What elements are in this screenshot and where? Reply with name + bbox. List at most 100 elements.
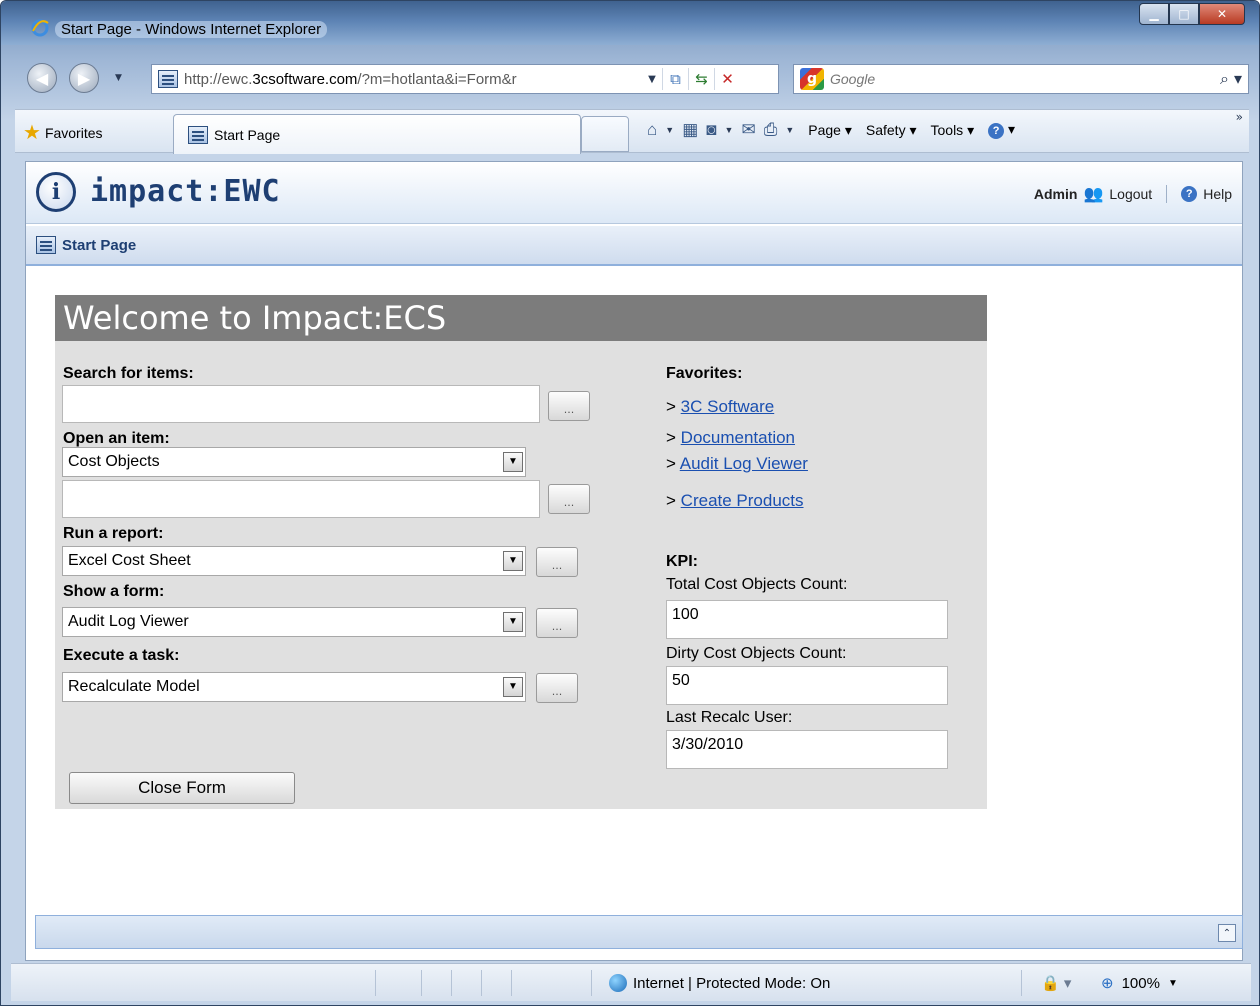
title-bar: Start Page - Windows Internet Explorer ▁… bbox=[1, 1, 1259, 45]
logout-link[interactable]: Logout bbox=[1109, 186, 1152, 202]
form-title: Welcome to Impact:ECS bbox=[55, 295, 987, 341]
compatibility-view-icon[interactable]: ⧉ bbox=[662, 68, 688, 90]
close-form-button[interactable]: Close Form bbox=[69, 772, 295, 804]
status-bar: Internet | Protected Mode: On 🔒 ▾ ⊕ 100%… bbox=[11, 963, 1251, 1001]
back-arrow-icon: ◀ bbox=[35, 68, 49, 88]
form-ellipsis-button[interactable]: ... bbox=[536, 608, 578, 638]
protected-mode-icon[interactable]: 🔒 ▾ bbox=[1041, 974, 1071, 992]
kpi-value: 100 bbox=[666, 600, 948, 639]
tab-start-page[interactable]: Start Page bbox=[173, 114, 581, 154]
kpi-heading: KPI: bbox=[666, 553, 698, 570]
report-select[interactable]: Excel Cost Sheet ▼ bbox=[62, 546, 526, 576]
search-box[interactable]: g Google ⌕ ▾ bbox=[793, 64, 1249, 94]
open-item-select[interactable]: Cost Objects ▼ bbox=[62, 447, 526, 477]
chevron-down-icon[interactable]: ▼ bbox=[503, 452, 523, 472]
chevron-down-icon[interactable]: ▼ bbox=[503, 612, 523, 632]
home-dropdown[interactable]: ▼ bbox=[665, 125, 674, 135]
feeds-dropdown[interactable]: ▼ bbox=[725, 125, 734, 135]
kpi-label: Last Recalc User: bbox=[666, 709, 793, 726]
zoom-icon: ⊕ bbox=[1101, 975, 1114, 992]
favorite-link[interactable]: 3C Software bbox=[681, 397, 775, 416]
maximize-icon: □ bbox=[1178, 7, 1190, 21]
chevron-overflow-icon[interactable]: » bbox=[1236, 110, 1243, 124]
print-dropdown[interactable]: ▼ bbox=[785, 125, 794, 135]
browser-window: Start Page - Windows Internet Explorer ▁… bbox=[0, 0, 1260, 1006]
kpi-label: Total Cost Objects Count: bbox=[666, 576, 848, 593]
header-divider bbox=[1166, 185, 1168, 203]
search-icon[interactable]: ⌕ ▾ bbox=[1214, 69, 1248, 89]
report-ellipsis-button[interactable]: ... bbox=[536, 547, 578, 577]
new-tab-button[interactable] bbox=[581, 116, 629, 152]
open-item-ellipsis-button[interactable]: ... bbox=[548, 484, 590, 514]
command-bar: ★ Favorites Start Page ⌂ ▼ ▦ ◙ ▼ ✉ ⎙ ▼ Page… bbox=[15, 109, 1249, 154]
task-select[interactable]: Recalculate Model ▼ bbox=[62, 672, 526, 702]
security-zone[interactable]: Internet | Protected Mode: On bbox=[609, 974, 830, 992]
help-icon: ? bbox=[1181, 186, 1198, 202]
star-icon: ★ bbox=[23, 122, 41, 144]
footer-panel: ⌃ bbox=[35, 915, 1243, 949]
maximize-button[interactable]: □ bbox=[1169, 3, 1199, 25]
collapse-up-icon[interactable]: ⌃ bbox=[1218, 924, 1236, 942]
favorites-heading: Favorites: bbox=[666, 365, 743, 382]
close-icon: ✕ bbox=[1216, 7, 1228, 21]
favorite-link[interactable]: Documentation bbox=[681, 428, 795, 447]
current-user: Admin bbox=[1033, 186, 1078, 202]
open-item-field[interactable] bbox=[62, 480, 540, 518]
page-menu[interactable]: Page ▾ bbox=[808, 122, 852, 139]
refresh-icon[interactable]: ⇆ bbox=[688, 68, 714, 90]
ie-logo-icon bbox=[31, 19, 49, 37]
navigation-bar: ◀ ▶ ▼ http://ewc.3csoftware.com/?m=hotla… bbox=[15, 59, 1249, 99]
globe-icon bbox=[609, 974, 627, 992]
info-logo-icon: i bbox=[36, 172, 76, 212]
chevron-down-icon[interactable]: ▼ bbox=[503, 677, 523, 697]
recent-pages-dropdown[interactable]: ▼ bbox=[115, 73, 122, 83]
feeds-icon[interactable]: ◙ bbox=[706, 120, 716, 140]
favorites-button[interactable]: ★ Favorites bbox=[23, 120, 103, 145]
back-button[interactable]: ◀ bbox=[27, 63, 57, 93]
form-select[interactable]: Audit Log Viewer ▼ bbox=[62, 607, 526, 637]
home-icon[interactable]: ⌂ bbox=[647, 120, 657, 140]
run-report-label: Run a report: bbox=[63, 525, 164, 542]
breadcrumb-start-page[interactable]: Start Page bbox=[62, 237, 136, 254]
print-icon[interactable]: ⎙ bbox=[764, 120, 778, 140]
mail-icon[interactable]: ✉ bbox=[741, 120, 755, 140]
app-logo: impact:EWC bbox=[90, 174, 281, 209]
help-icon: ? bbox=[988, 123, 1005, 139]
zone-text: Internet | Protected Mode: On bbox=[633, 974, 831, 992]
favorite-link[interactable]: Create Products bbox=[681, 491, 804, 510]
safety-menu[interactable]: Safety ▾ bbox=[866, 122, 917, 139]
search-input[interactable]: Google bbox=[830, 71, 1214, 87]
address-url[interactable]: http://ewc.3csoftware.com/?m=hotlanta&i=… bbox=[184, 71, 642, 88]
open-item-label: Open an item: bbox=[63, 430, 170, 447]
users-icon: 👥 bbox=[1083, 186, 1104, 203]
search-ellipsis-button[interactable]: ... bbox=[548, 391, 590, 421]
window-title: Start Page - Windows Internet Explorer bbox=[55, 21, 328, 38]
page-content: i impact:EWC Admin 👥 Logout ? Help Start… bbox=[25, 161, 1243, 961]
status-divider bbox=[375, 970, 376, 996]
address-bar[interactable]: http://ewc.3csoftware.com/?m=hotlanta&i=… bbox=[151, 64, 779, 94]
stop-icon[interactable]: ✕ bbox=[714, 68, 740, 90]
chevron-down-icon[interactable]: ▼ bbox=[503, 551, 523, 571]
help-link[interactable]: Help bbox=[1203, 186, 1232, 202]
kpi-value: 50 bbox=[666, 666, 948, 705]
web-slice-icon[interactable]: ▦ bbox=[682, 120, 698, 140]
minimize-button[interactable]: ▁ bbox=[1139, 3, 1169, 25]
search-field[interactable] bbox=[62, 385, 540, 423]
command-tools: ⌂ ▼ ▦ ◙ ▼ ✉ ⎙ ▼ Page ▾ Safety ▾ Tools ▾ ? ▾ bbox=[647, 120, 1015, 140]
favorites-label: Favorites bbox=[44, 124, 103, 141]
tools-menu[interactable]: Tools ▾ bbox=[931, 122, 975, 139]
show-form-label: Show a form: bbox=[63, 583, 165, 600]
forward-button[interactable]: ▶ bbox=[69, 63, 99, 93]
close-window-button[interactable]: ✕ bbox=[1199, 3, 1245, 25]
breadcrumb: Start Page bbox=[26, 226, 1242, 266]
help-menu[interactable]: ? ▾ bbox=[988, 121, 1015, 139]
status-divider bbox=[1021, 970, 1022, 996]
favorite-link[interactable]: Audit Log Viewer bbox=[680, 454, 808, 473]
zoom-control[interactable]: ⊕ 100% ▼ bbox=[1101, 974, 1178, 993]
favorite-link-audit-log: > Audit Log Viewer bbox=[666, 454, 808, 473]
page-icon bbox=[158, 70, 178, 88]
address-dropdown-button[interactable]: ▼ bbox=[642, 74, 662, 85]
favorite-link-3c-software: > 3C Software bbox=[666, 397, 775, 416]
task-ellipsis-button[interactable]: ... bbox=[536, 673, 578, 703]
google-icon: g bbox=[800, 68, 824, 90]
